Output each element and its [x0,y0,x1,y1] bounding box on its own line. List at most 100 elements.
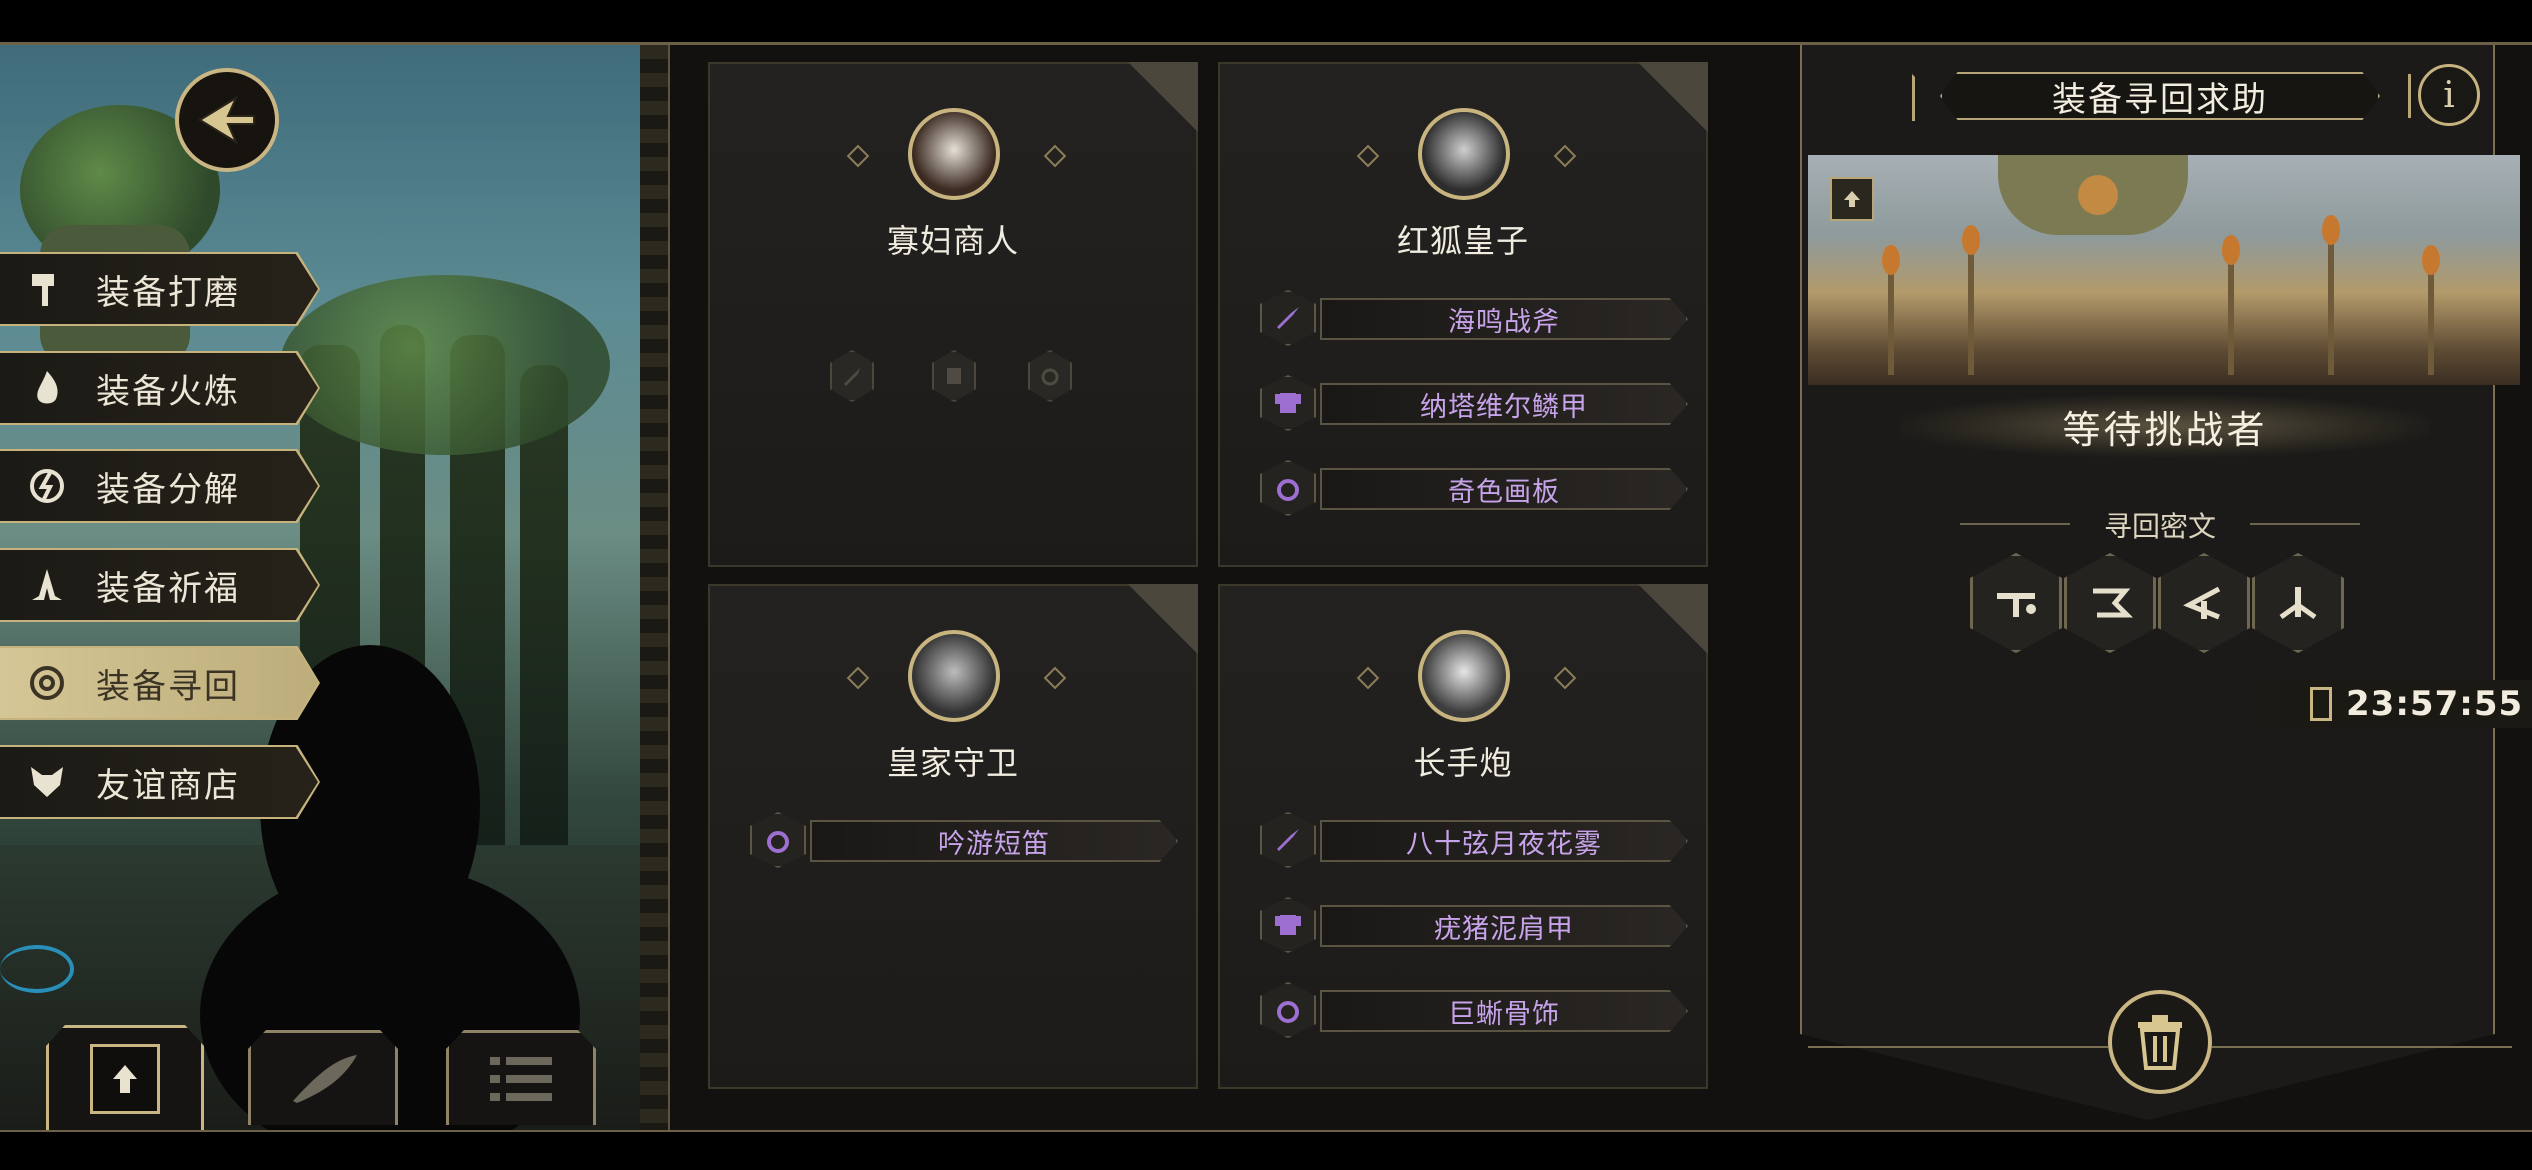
scene-portal-ring [0,945,74,993]
banner-flower [2322,215,2340,245]
equipment-name: 巨蜥骨饰 [1448,998,1560,1030]
rune-glyph-icon [1997,593,2036,617]
board-ornament-edge [640,45,670,1130]
arrow-up-icon [1844,191,1860,207]
character-name: 皇家守卫 [886,744,1019,782]
equipment-item[interactable]: 八十弦月夜花雾 [1320,820,1688,862]
diamond-ornament [846,144,870,168]
countdown-timer: 23:57:55 [2250,680,2532,728]
menu-item-shop[interactable]: 友谊商店 [0,747,318,817]
armor-slot-icon [947,368,961,384]
character-name: 长手炮 [1413,744,1513,782]
scene-foliage [280,275,610,455]
character-portrait [908,630,1000,722]
bottom-divider-line [2212,1046,2512,1048]
banner-flower [2422,245,2440,275]
sword-icon [1260,812,1316,868]
panel-title: 装备寻回求助 [2052,79,2268,120]
menu-item-bless[interactable]: 装备祈福 [0,550,318,620]
status-text: 等待挑战者 [2062,407,2268,452]
ring-icon [750,812,806,868]
equipment-item[interactable]: 奇色画板 [1320,468,1688,510]
menu-item-forge[interactable]: 装备火炼 [0,353,318,423]
character-name: 红狐皇子 [1396,222,1529,260]
rune-glyph-icon [2279,587,2317,620]
equipment-item[interactable]: 疣猪泥肩甲 [1320,905,1688,947]
upload-button[interactable] [46,1025,204,1130]
diamond-ornament [1553,666,1577,690]
feather-icon [293,1055,357,1103]
empty-accessory-slot [1028,350,1072,402]
diamond-ornament [1043,666,1067,690]
equipment-name: 纳塔维尔鳞甲 [1420,391,1588,423]
flame-icon [28,369,66,407]
info-button[interactable]: i [2418,64,2480,126]
equipment-item[interactable]: 吟游短笛 [810,820,1178,862]
character-portrait [1418,630,1510,722]
quill-button[interactable] [248,1030,398,1125]
status-plate: 等待挑战者 [1900,395,2430,457]
menu-item-label: 装备分解 [96,469,240,510]
equipment-item[interactable]: 巨蜥骨饰 [1320,990,1688,1032]
rune-glyph-icon [2093,588,2134,618]
character-card[interactable]: 长手炮 八十弦月夜花雾 疣猪泥肩甲 巨蜥骨饰 [1218,584,1708,1089]
list-button[interactable] [446,1030,596,1125]
chevron-left-ornament [1912,74,1935,121]
upload-icon [90,1044,160,1114]
rune-section-title: 寻回密文 [2103,510,2216,543]
card-corner [1128,584,1198,654]
equipment-item[interactable]: 纳塔维尔鳞甲 [1320,383,1688,425]
character-portrait [1418,108,1510,200]
diamond-ornament [1356,666,1380,690]
character-card[interactable]: 皇家守卫 吟游短笛 [708,584,1198,1089]
back-arrow-icon [198,95,255,145]
info-icon: i [2443,74,2455,116]
menu-item-retrieve[interactable]: 装备寻回 [0,648,318,718]
trash-icon [2138,1015,2182,1070]
diamond-ornament [1553,144,1577,168]
menu-item-label: 装备寻回 [96,666,240,707]
equipment-name: 吟游短笛 [938,828,1050,860]
ring-icon [1260,460,1316,516]
banner-eye [2078,175,2118,215]
back-button[interactable] [175,68,279,172]
timer-value: 23:57:55 [2346,684,2524,724]
menu-item-polish[interactable]: 装备打磨 [0,254,318,324]
pray-hands-icon [28,566,66,604]
hammer-icon [28,270,66,308]
ring-icon [1260,982,1316,1038]
banner-expand-button[interactable] [1830,177,1874,221]
equipment-name: 奇色画板 [1448,476,1560,508]
list-icon [490,1057,552,1101]
empty-weapon-slot [830,350,874,402]
banner-plant [1968,235,1974,375]
menu-item-label: 装备打磨 [96,272,240,313]
menu-item-label: 装备火炼 [96,371,240,412]
sword-slot-icon [844,368,860,386]
diamond-ornament [846,666,870,690]
banner-flower [1962,225,1980,255]
menu-item-dismantle[interactable]: 装备分解 [0,451,318,521]
hourglass-icon [2310,687,2332,721]
character-card[interactable]: 红狐皇子 海鸣战斧 纳塔维尔鳞甲 奇色画板 [1218,62,1708,567]
fox-icon [28,763,66,801]
menu-item-label: 友谊商店 [96,765,240,806]
armor-icon [1260,897,1316,953]
split-icon [28,467,66,505]
character-name: 寡妇商人 [886,222,1019,260]
delete-button[interactable] [2108,990,2212,1094]
empty-armor-slot [932,350,976,402]
equipment-name: 疣猪泥肩甲 [1434,913,1574,945]
character-card[interactable]: 寡妇商人 [708,62,1198,567]
card-corner [1638,62,1708,132]
equipment-name: 海鸣战斧 [1448,306,1560,338]
sword-icon [1260,290,1316,346]
stage-banner [1808,155,2520,385]
banner-plant [2328,225,2334,375]
panel-title-plate: 装备寻回求助 [1940,72,2380,120]
equipment-item[interactable]: 海鸣战斧 [1320,298,1688,340]
menu-item-label: 装备祈福 [96,568,240,609]
equipment-name: 八十弦月夜花雾 [1406,828,1602,860]
diamond-ornament [1043,144,1067,168]
character-portrait [908,108,1000,200]
